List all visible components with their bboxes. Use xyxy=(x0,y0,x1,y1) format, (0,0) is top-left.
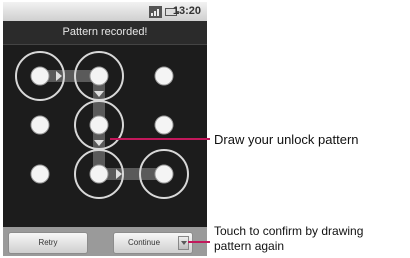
pattern-header: Pattern recorded! xyxy=(3,21,207,45)
continue-button[interactable]: Continue xyxy=(113,232,193,254)
pattern-canvas[interactable] xyxy=(3,46,207,227)
button-bar: Retry Continue xyxy=(3,227,207,256)
pattern-status-text: Pattern recorded! xyxy=(62,26,148,38)
pattern-dot-1[interactable] xyxy=(30,66,50,86)
callout-line-confirm xyxy=(188,241,210,243)
continue-label: Continue xyxy=(128,238,161,247)
callout-draw-text: Draw your unlock pattern xyxy=(214,132,359,147)
pattern-dot-5[interactable] xyxy=(89,115,109,135)
callout-confirm-text-line1: Touch to confirm by drawing xyxy=(214,224,364,238)
status-bar: 13:20 xyxy=(3,2,207,21)
signal-icon xyxy=(149,6,162,18)
pattern-dot-6[interactable] xyxy=(154,115,174,135)
pattern-dot-8[interactable] xyxy=(89,164,109,184)
status-time: 13:20 xyxy=(172,5,201,17)
retry-button[interactable]: Retry xyxy=(8,232,88,254)
phone-screen: 13:20 Pattern recorded! Retry Continue xyxy=(3,2,207,256)
pattern-grid[interactable] xyxy=(3,46,207,227)
pattern-dot-3[interactable] xyxy=(154,66,174,86)
pattern-dot-4[interactable] xyxy=(30,115,50,135)
chevron-down-icon xyxy=(178,236,189,250)
pattern-dot-9[interactable] xyxy=(154,164,174,184)
pattern-dot-2[interactable] xyxy=(89,66,109,86)
pattern-dot-7[interactable] xyxy=(30,164,50,184)
callout-line-draw xyxy=(110,138,210,140)
callout-confirm-text-line2: pattern again xyxy=(214,239,285,253)
